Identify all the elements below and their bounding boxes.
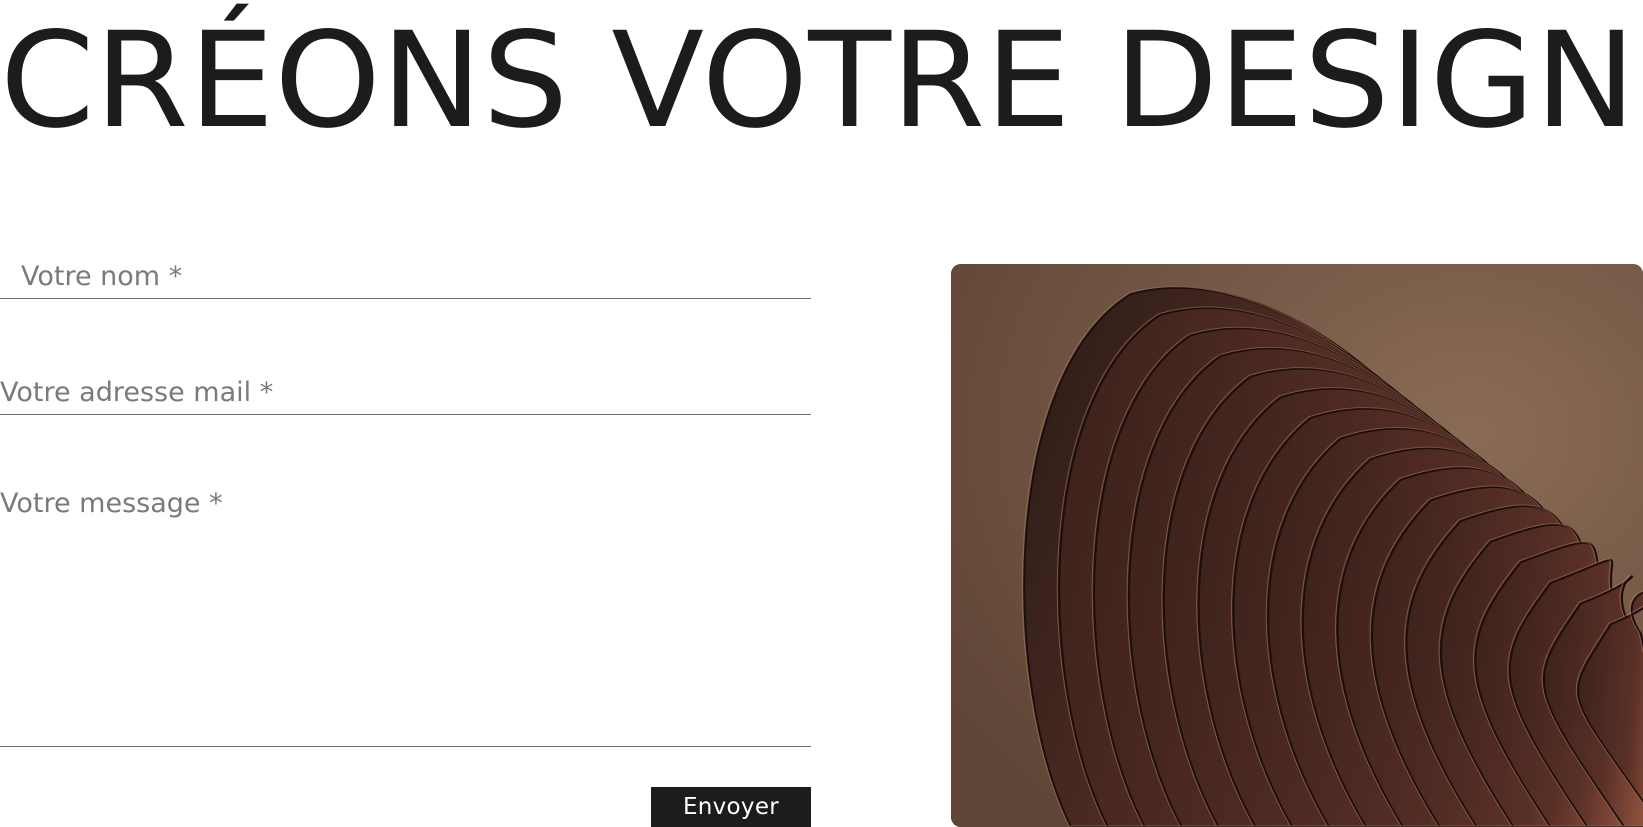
abstract-curves-image xyxy=(951,264,1643,827)
submit-button[interactable]: Envoyer xyxy=(651,787,811,827)
contact-page: CRÉONS VOTRE DESIGN Envoyer xyxy=(0,0,1643,827)
email-input[interactable] xyxy=(0,356,811,414)
page-title-text: CRÉONS VOTRE DESIGN xyxy=(0,3,1636,150)
page-title-svg: CRÉONS VOTRE DESIGN xyxy=(0,3,1636,150)
email-field-wrapper xyxy=(0,356,811,415)
decorative-artwork xyxy=(951,264,1643,827)
contact-form: Envoyer xyxy=(0,240,811,827)
message-field-wrapper xyxy=(0,472,811,747)
message-textarea[interactable] xyxy=(0,472,811,746)
page-title: CRÉONS VOTRE DESIGN xyxy=(0,0,1643,150)
name-field-wrapper xyxy=(0,240,811,299)
name-input[interactable] xyxy=(0,240,811,298)
